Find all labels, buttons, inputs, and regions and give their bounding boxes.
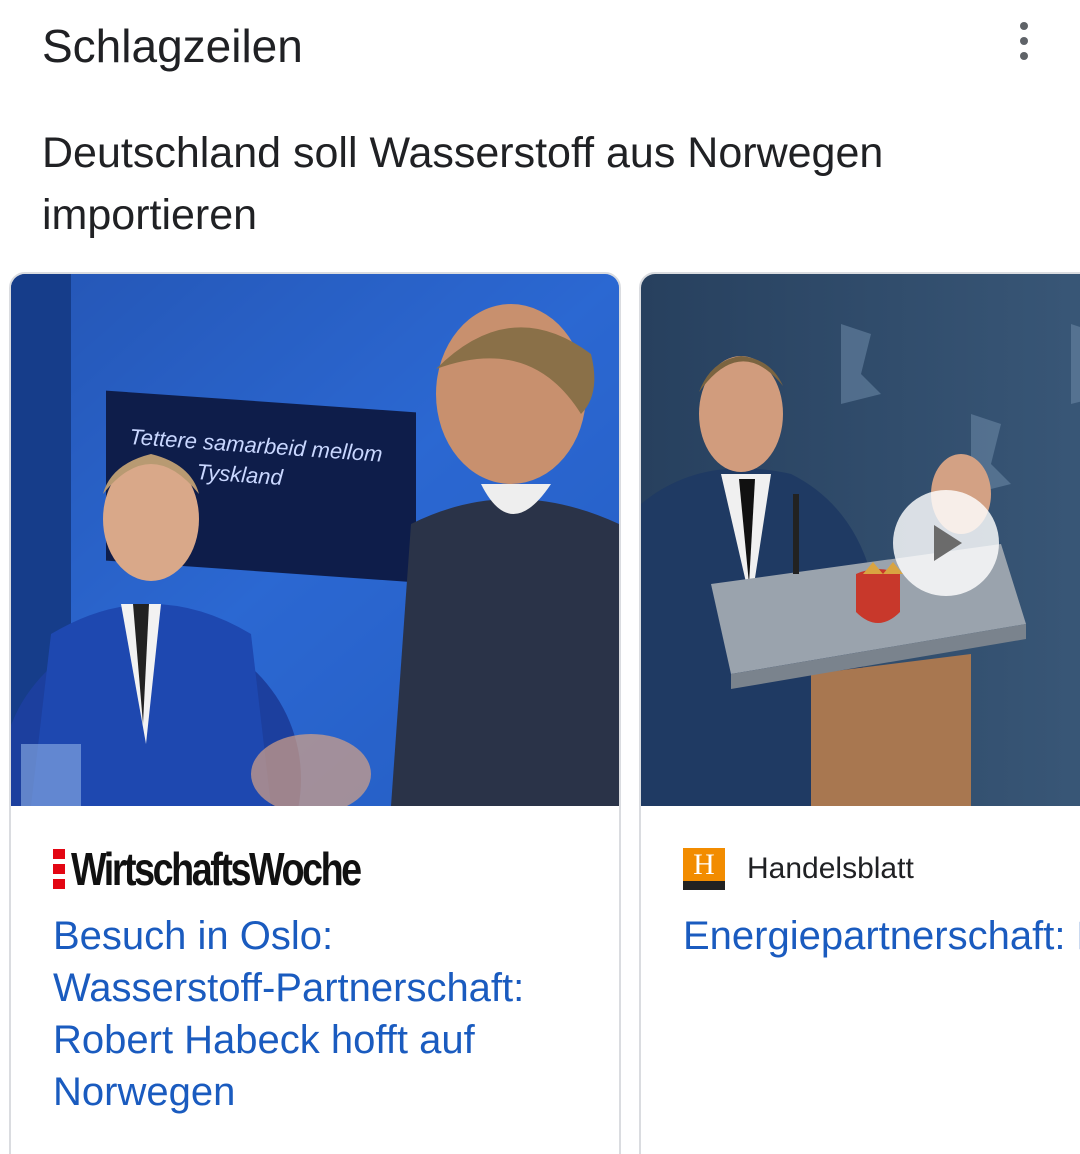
source-row: WirtschaftsWoche (53, 843, 423, 895)
news-card[interactable]: Tettere samarbeid mellom Tyskland Wirtsc… (9, 272, 621, 1154)
handelsblatt-logo-icon: H (683, 848, 725, 890)
more-vert-dot (1020, 37, 1028, 45)
headline-link[interactable]: Energiepartnerschaft: Habeck: „Dekarboni… (683, 910, 1080, 962)
story-title[interactable]: Deutschland soll Wasserstoff aus Norwege… (42, 122, 1032, 246)
play-video-button[interactable] (893, 490, 999, 596)
more-vert-icon (1020, 22, 1028, 30)
section-title: Schlagzeilen (42, 20, 303, 72)
news-thumbnail: Tettere samarbeid mellom Tyskland (11, 274, 619, 806)
more-options-button[interactable] (1004, 18, 1044, 64)
wiwo-mark-icon (53, 849, 65, 889)
headline-link[interactable]: Besuch in Oslo: Wasserstoff-Partnerschaf… (53, 910, 613, 1118)
source-logo-bar (683, 881, 725, 890)
source-name: Handelsblatt (747, 852, 914, 885)
source-row: H Handelsblatt (683, 846, 914, 892)
source-logo-letter: H (693, 848, 715, 881)
play-icon (934, 525, 962, 561)
news-thumbnail (641, 274, 1080, 806)
news-carousel[interactable]: Tettere samarbeid mellom Tyskland Wirtsc… (0, 270, 1080, 1154)
source-logo: WirtschaftsWoche (53, 842, 423, 896)
news-card[interactable]: H Handelsblatt Energiepartnerschaft: Hab… (639, 272, 1080, 1154)
more-vert-dot (1020, 52, 1028, 60)
source-name: WirtschaftsWoche (71, 843, 362, 895)
